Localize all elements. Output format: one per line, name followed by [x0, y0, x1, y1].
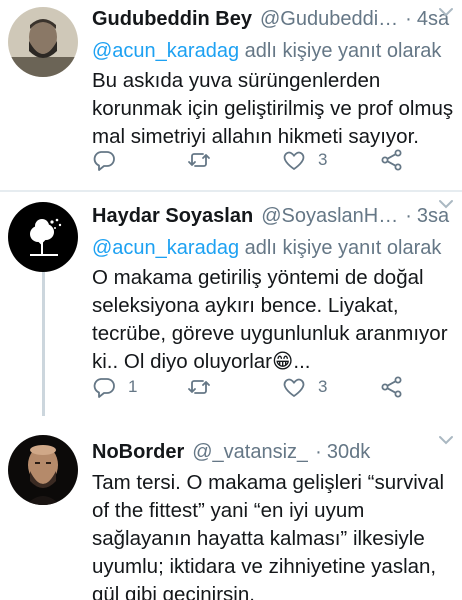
reply-button[interactable]	[92, 146, 128, 174]
timestamp[interactable]: 30dk	[327, 441, 370, 464]
retweet-icon	[188, 153, 210, 167]
like-count: 3	[318, 150, 328, 169]
heart-icon	[283, 378, 305, 397]
tweet-header: Gudubeddin Bey @Gudubeddi… · 4sa	[92, 6, 454, 32]
tweet-text: Bu askıda yuva sürüngenlerden korunmak i…	[92, 69, 454, 148]
reply-context: @acun_karadag adlı kişiye yanıt olarak	[92, 38, 454, 64]
avatar[interactable]	[8, 435, 78, 505]
thread-connector-line	[42, 272, 45, 416]
reply-context: @acun_karadag adlı kişiye yanıt olarak	[92, 235, 454, 261]
action-bar: 3	[92, 146, 432, 174]
separator-dot: ·	[405, 7, 412, 30]
tweet-content: Gudubeddin Bey @Gudubeddi… · 4sa @acun_k…	[92, 6, 454, 151]
reply-suffix: adlı kişiye yanıt olarak	[239, 40, 442, 62]
retweet-button[interactable]	[187, 373, 223, 401]
separator-dot: ·	[315, 440, 322, 463]
avatar[interactable]	[8, 202, 78, 272]
reply-button[interactable]: 1	[92, 373, 137, 401]
tweet-haydar[interactable]: Haydar Soyaslan @SoyaslanH… · 3sa @acun_…	[0, 192, 462, 414]
like-count: 3	[318, 377, 328, 396]
tweet-noborder[interactable]: NoBorder @_vatansiz_ · 30dk Tam tersi. O…	[0, 414, 462, 600]
avatar[interactable]	[8, 7, 78, 77]
separator-dot: ·	[405, 204, 412, 227]
reply-icon	[93, 378, 115, 398]
share-button[interactable]	[380, 146, 404, 174]
share-button[interactable]	[380, 373, 404, 401]
tweet-content: Haydar Soyaslan @SoyaslanH… · 3sa @acun_…	[92, 203, 454, 376]
user-name[interactable]: Haydar Soyaslan	[92, 205, 253, 228]
user-handle[interactable]: @SoyaslanH…	[261, 205, 398, 228]
heart-icon	[283, 151, 305, 170]
user-handle[interactable]: @Gudubeddi…	[260, 8, 398, 31]
tweet-header: NoBorder @_vatansiz_ · 30dk	[92, 439, 454, 465]
user-name[interactable]: NoBorder	[92, 441, 184, 464]
reply-mention[interactable]: @acun_karadag	[92, 40, 239, 62]
user-name[interactable]: Gudubeddin Bey	[92, 8, 252, 31]
chevron-down-icon[interactable]	[436, 430, 456, 450]
chevron-down-icon[interactable]	[436, 194, 456, 214]
reply-mention[interactable]: @acun_karadag	[92, 237, 239, 259]
like-button[interactable]: 3	[282, 146, 327, 174]
reply-count: 1	[128, 377, 138, 396]
user-handle[interactable]: @_vatansiz_	[192, 441, 308, 464]
like-button[interactable]: 3	[282, 373, 327, 401]
retweet-button[interactable]	[187, 146, 223, 174]
reply-suffix: adlı kişiye yanıt olarak	[239, 237, 442, 259]
tweet-content: NoBorder @_vatansiz_ · 30dk Tam tersi. O…	[92, 439, 454, 600]
reply-icon	[93, 151, 115, 171]
action-bar: 1 3	[92, 373, 432, 401]
tweet-header: Haydar Soyaslan @SoyaslanH… · 3sa	[92, 203, 454, 229]
tweet-text: Tam tersi. O makama gelişleri “survival …	[92, 471, 444, 600]
tweet-text: O makama getiriliş yöntemi de doğal sele…	[92, 266, 448, 373]
retweet-icon	[188, 380, 210, 394]
share-icon	[381, 149, 402, 171]
share-icon	[381, 376, 402, 398]
chevron-down-icon[interactable]	[436, 2, 456, 22]
tweet-gudubeddin[interactable]: Gudubeddin Bey @Gudubeddi… · 4sa @acun_k…	[0, 0, 462, 190]
